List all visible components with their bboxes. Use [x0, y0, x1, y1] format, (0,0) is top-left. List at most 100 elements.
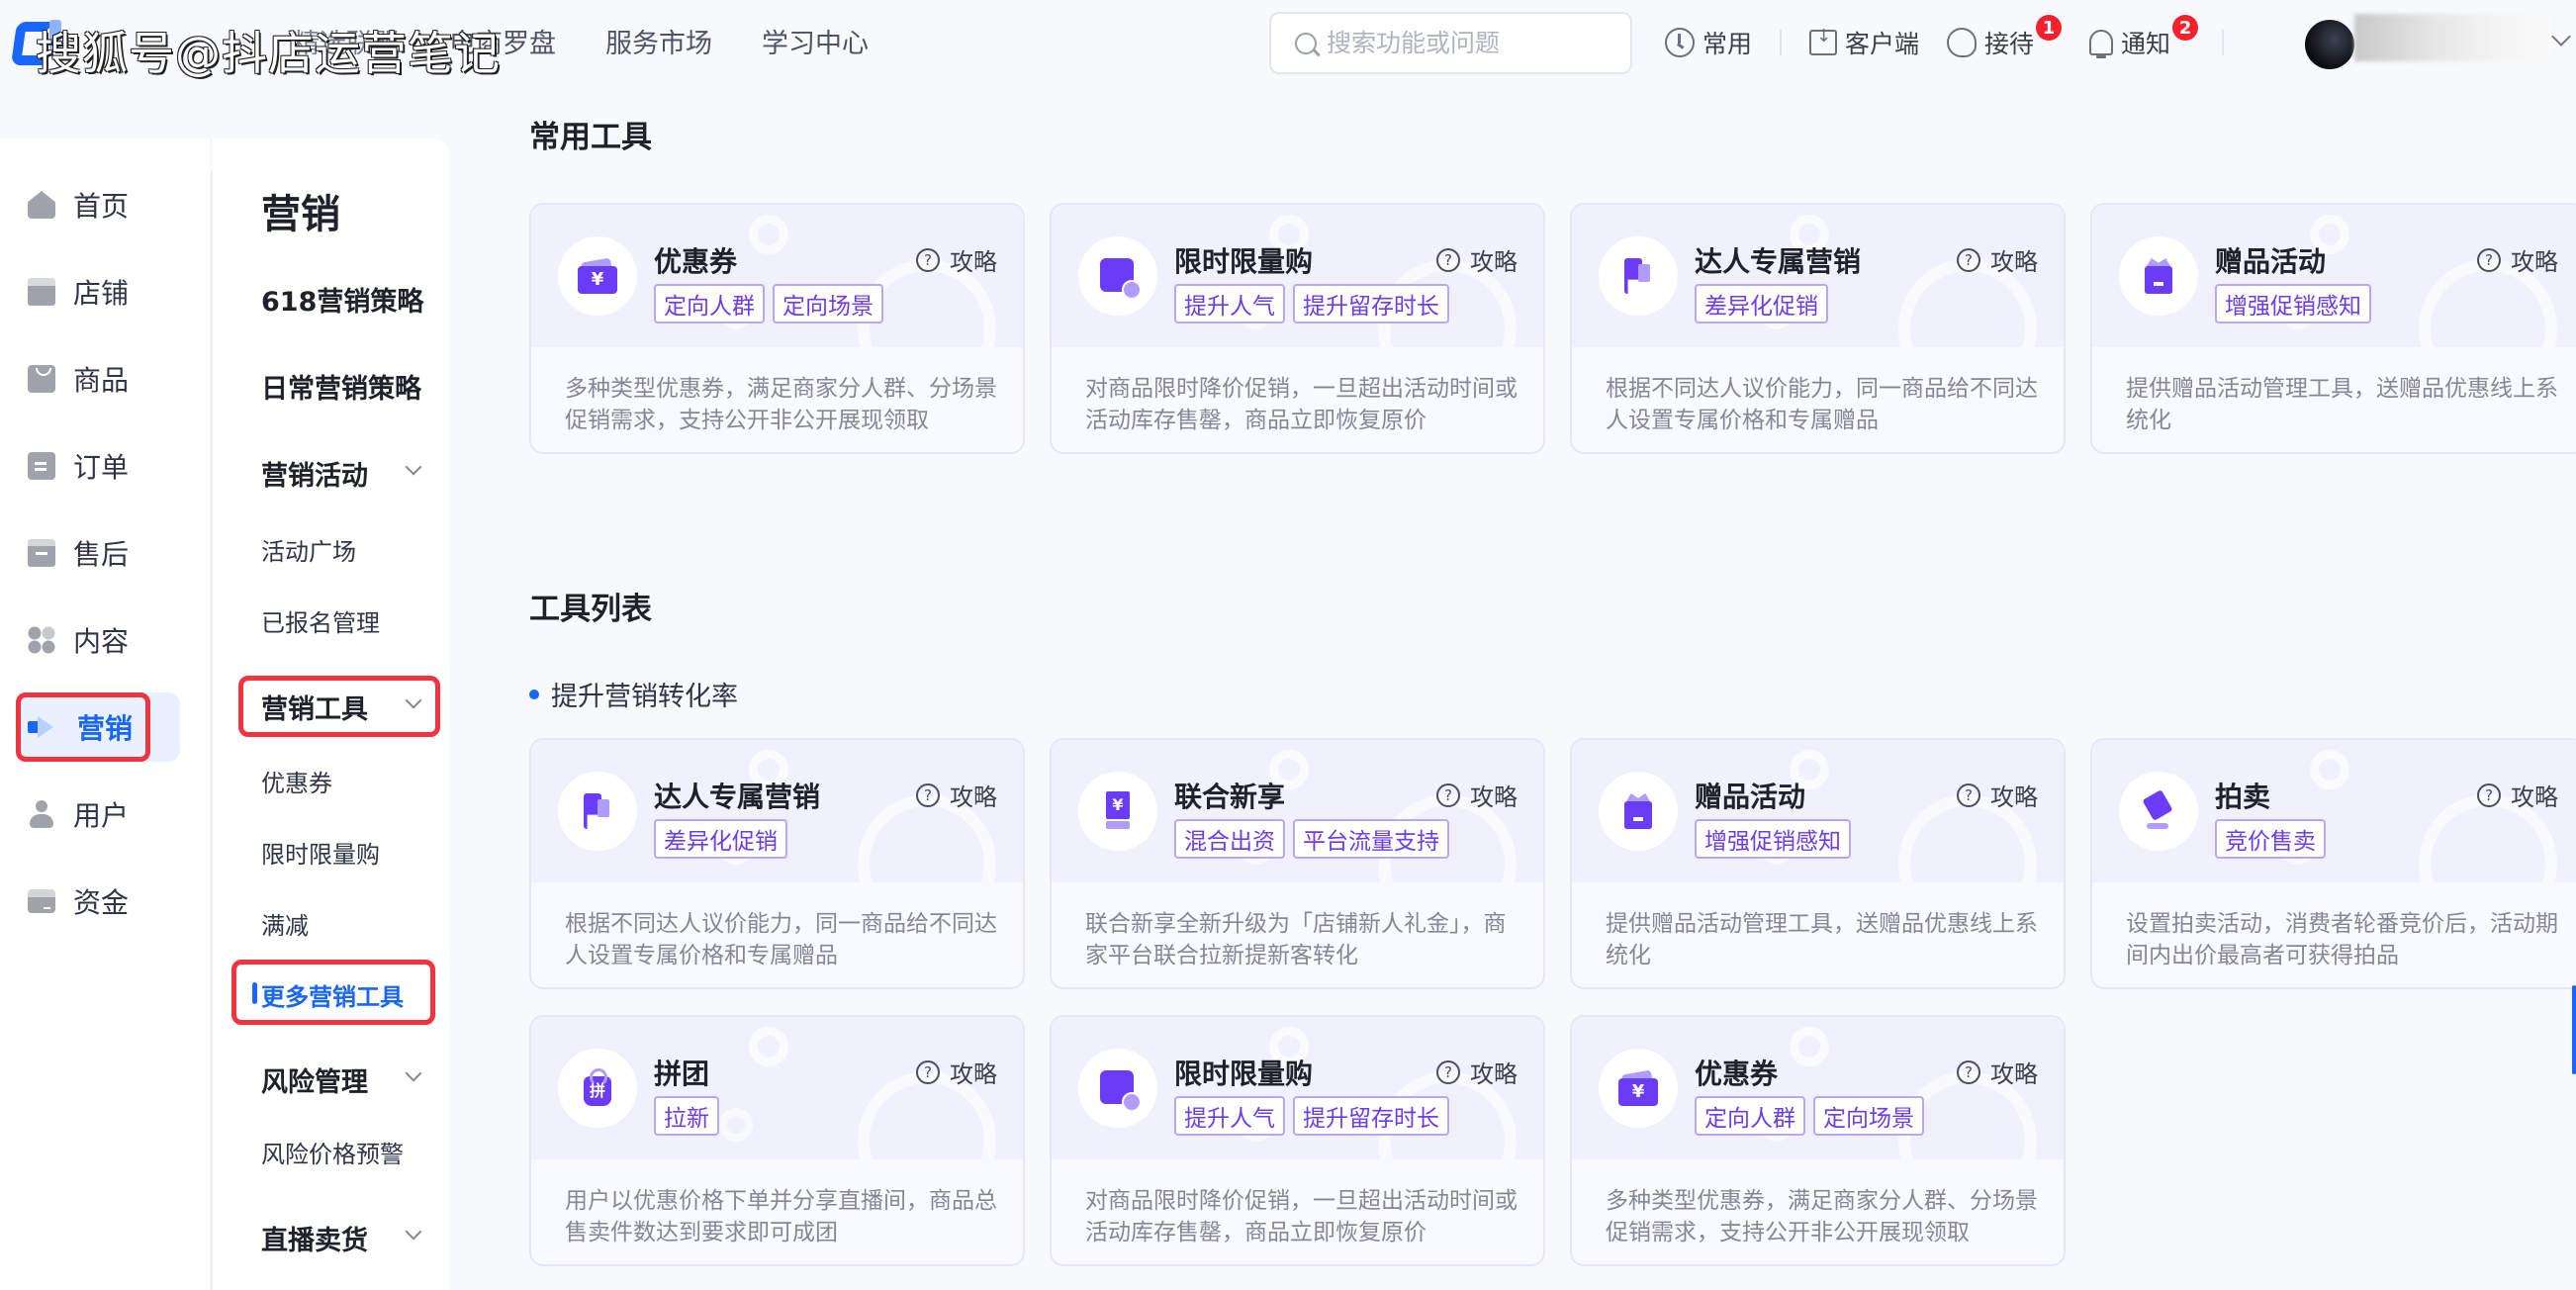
- tool-tags: 提升人气 提升留存时长: [1174, 284, 1449, 323]
- subnav-item-coupon[interactable]: 优惠券: [261, 764, 332, 798]
- tool-tag: 定向人群: [1695, 1096, 1805, 1136]
- secondary-nav: 营销 618营销策略 日常营销策略 营销活动 活动广场 已报名管理 营销工具 优…: [213, 138, 450, 1290]
- chevron-down-icon[interactable]: [405, 691, 422, 709]
- search-input[interactable]: [1327, 29, 1613, 57]
- sidebar-item-marketing[interactable]: 营销: [16, 692, 180, 762]
- tool-card-1[interactable]: 达人专属营销 差异化促销 ? 攻略 根据不同达人议价能力，同一商品给不同达人设置…: [529, 738, 1025, 989]
- flag-icon: [1618, 256, 1658, 296]
- top-nav-item-learning-center[interactable]: 学习中心: [762, 22, 869, 60]
- tool-card-4[interactable]: 赠品活动 增强促销感知 ? 攻略 提供赠品活动管理工具，送赠品优惠线上系统化: [2090, 203, 2576, 454]
- sidebar-item-orders[interactable]: 订单: [16, 431, 180, 501]
- subnav-item-risk-price[interactable]: 风险价格预警: [261, 1135, 404, 1169]
- tool-tag: 混合出资: [1174, 819, 1285, 859]
- tool-icon-wrap: [1078, 1049, 1157, 1128]
- tool-card-5[interactable]: 拼团 拉新 ? 攻略 用户以优惠价格下单并分享直播间，商品总售卖件数达到要求即可…: [529, 1015, 1025, 1266]
- tool-card-7[interactable]: 优惠券 定向人群定向场景 ? 攻略 多种类型优惠券，满足商家分人群、分场景促销需…: [1570, 1015, 2066, 1266]
- subnav-item-flash-sale[interactable]: 限时限量购: [261, 835, 380, 870]
- notification-button[interactable]: 通知 2: [2089, 15, 2199, 60]
- sidebar-item-label: 售后: [73, 538, 130, 571]
- guide-link[interactable]: ? 攻略: [1436, 242, 1518, 277]
- sidebar-item-label: 内容: [73, 625, 130, 658]
- tool-card-3[interactable]: 赠品活动 增强促销感知 ? 攻略 提供赠品活动管理工具，送赠品优惠线上系统化: [1570, 738, 2066, 989]
- gavel-icon: [2139, 791, 2178, 831]
- guide-link[interactable]: ? 攻略: [1436, 1055, 1518, 1089]
- tool-card-3[interactable]: 达人专属营销 差异化促销 ? 攻略 根据不同达人议价能力，同一商品给不同达人设置…: [1570, 203, 2066, 454]
- tool-tag: 增强促销感知: [2215, 284, 2371, 323]
- sidebar-item-home[interactable]: 首页: [16, 170, 180, 239]
- tool-card-2[interactable]: 限时限量购 提升人气 提升留存时长 ? 攻略 对商品限时降价促销，一旦超出活动时间…: [1050, 203, 1545, 454]
- search-box[interactable]: [1269, 12, 1632, 74]
- guide-label: 攻略: [1990, 783, 2038, 811]
- subnav-item-full-reduction[interactable]: 满减: [261, 906, 309, 941]
- subnav-group-tools[interactable]: 营销工具: [261, 688, 368, 726]
- chevron-down-icon[interactable]: [405, 1223, 422, 1241]
- guide-link[interactable]: ? 攻略: [1957, 242, 2038, 277]
- guide-link[interactable]: ? 攻略: [1957, 1055, 2038, 1089]
- tool-tags: 定向人群 定向场景: [654, 284, 883, 323]
- tool-tag: 提升留存时长: [1293, 284, 1449, 323]
- client-download-button[interactable]: 客户端: [1809, 25, 1919, 60]
- section-subtitle: 提升营销转化率: [529, 675, 738, 713]
- guide-link[interactable]: ? 攻略: [916, 242, 997, 277]
- guide-label: 攻略: [2511, 783, 2558, 811]
- sidebar-item-content[interactable]: 内容: [16, 605, 180, 675]
- subnav-group-activities[interactable]: 营销活动: [261, 454, 368, 493]
- tool-description: 多种类型优惠券，满足商家分人群、分场景促销需求，支持公开非公开展现领取: [1606, 1188, 2038, 1245]
- guide-link[interactable]: ? 攻略: [1957, 778, 2038, 812]
- header-tools: 常用 客户端 接待 1 通知 2: [1665, 15, 2252, 67]
- chevron-down-icon[interactable]: [405, 458, 422, 476]
- question-icon: ?: [916, 247, 940, 272]
- guide-link[interactable]: ? 攻略: [2477, 778, 2558, 812]
- subnav-title: 营销: [261, 192, 340, 237]
- tool-tag: 提升人气: [1174, 284, 1285, 323]
- order-icon: [28, 452, 55, 480]
- scrollbar[interactable]: [2572, 985, 2576, 1074]
- subnav-group-risk[interactable]: 风险管理: [261, 1060, 368, 1099]
- guide-link[interactable]: ? 攻略: [1436, 778, 1518, 812]
- tool-description: 对商品限时降价促销，一旦超出活动时间或活动库存售罄，商品立即恢复原价: [1085, 376, 1518, 433]
- tool-name: 联合新享: [1174, 781, 1286, 813]
- tool-icon-wrap: [558, 1049, 637, 1128]
- guide-label: 攻略: [1990, 1060, 2038, 1088]
- chevron-down-icon[interactable]: [2551, 27, 2571, 46]
- sidebar-item-store[interactable]: 店铺: [16, 257, 180, 326]
- question-icon: ?: [1957, 1060, 1980, 1084]
- frequent-button[interactable]: 常用: [1665, 25, 1752, 60]
- tool-card-2[interactable]: 联合新享 混合出资平台流量支持 ? 攻略 联合新享全新升级为「店铺新人礼金」，商…: [1050, 738, 1545, 989]
- username-blurred[interactable]: [2354, 14, 2552, 61]
- bullet-dot: [529, 689, 539, 699]
- tool-description: 根据不同达人议价能力，同一商品给不同达人设置专属价格和专属赠品: [565, 911, 997, 968]
- top-nav-item-service-market[interactable]: 服务市场: [605, 22, 712, 60]
- user-avatar[interactable]: [2305, 20, 2354, 69]
- guide-link[interactable]: ? 攻略: [2477, 242, 2558, 277]
- guide-link[interactable]: ? 攻略: [916, 1055, 997, 1089]
- tool-tags: 差异化促销: [1695, 284, 1828, 323]
- tool-description: 提供赠品活动管理工具，送赠品优惠线上系统化: [1606, 911, 2038, 968]
- sidebar-item-users[interactable]: 用户: [16, 780, 180, 849]
- clock-icon: [1665, 28, 1695, 57]
- subnav-item-more-tools[interactable]: 更多营销工具: [261, 977, 404, 1012]
- tool-card-4[interactable]: 拍卖 竞价售卖 ? 攻略 设置拍卖活动，消费者轮番竞价后，活动期间内出价最高者可…: [2090, 738, 2576, 989]
- subnav-item-activity-square[interactable]: 活动广场: [261, 532, 356, 567]
- subnav-item-registered[interactable]: 已报名管理: [261, 603, 380, 638]
- subnav-item-618-strategy[interactable]: 618营销策略: [261, 280, 423, 319]
- customer-service-icon: [1947, 28, 1978, 57]
- reception-button[interactable]: 接待 1: [1947, 15, 2063, 60]
- tool-card-6[interactable]: 限时限量购 提升人气 提升留存时长 ? 攻略 对商品限时降价促销，一旦超出活动时间…: [1050, 1015, 1545, 1266]
- goods-icon: [28, 365, 55, 393]
- tool-card-1[interactable]: 优惠券 定向人群定向场景 ? 攻略 多种类型优惠券，满足商家分人群、分场景促销需…: [529, 203, 1025, 454]
- tool-tags: 拉新: [654, 1096, 719, 1136]
- subnav-group-live[interactable]: 直播卖货: [261, 1219, 368, 1257]
- guide-label: 攻略: [1990, 248, 2038, 276]
- subnav-item-daily-strategy[interactable]: 日常营销策略: [261, 367, 421, 406]
- chevron-down-icon[interactable]: [405, 1064, 422, 1082]
- question-icon: ?: [916, 1060, 940, 1084]
- sidebar-item-goods[interactable]: 商品: [16, 344, 180, 414]
- card-header: 赠品活动 增强促销感知 ? 攻略: [1572, 740, 2064, 882]
- shopping-bag-clock-icon: [1098, 1068, 1142, 1112]
- sidebar-item-after-sales[interactable]: 售后: [16, 518, 180, 588]
- sidebar-item-funds[interactable]: 资金: [16, 867, 180, 936]
- decorative-circle: [749, 215, 788, 254]
- tool-icon-wrap: [1599, 772, 1678, 851]
- guide-link[interactable]: ? 攻略: [916, 778, 997, 812]
